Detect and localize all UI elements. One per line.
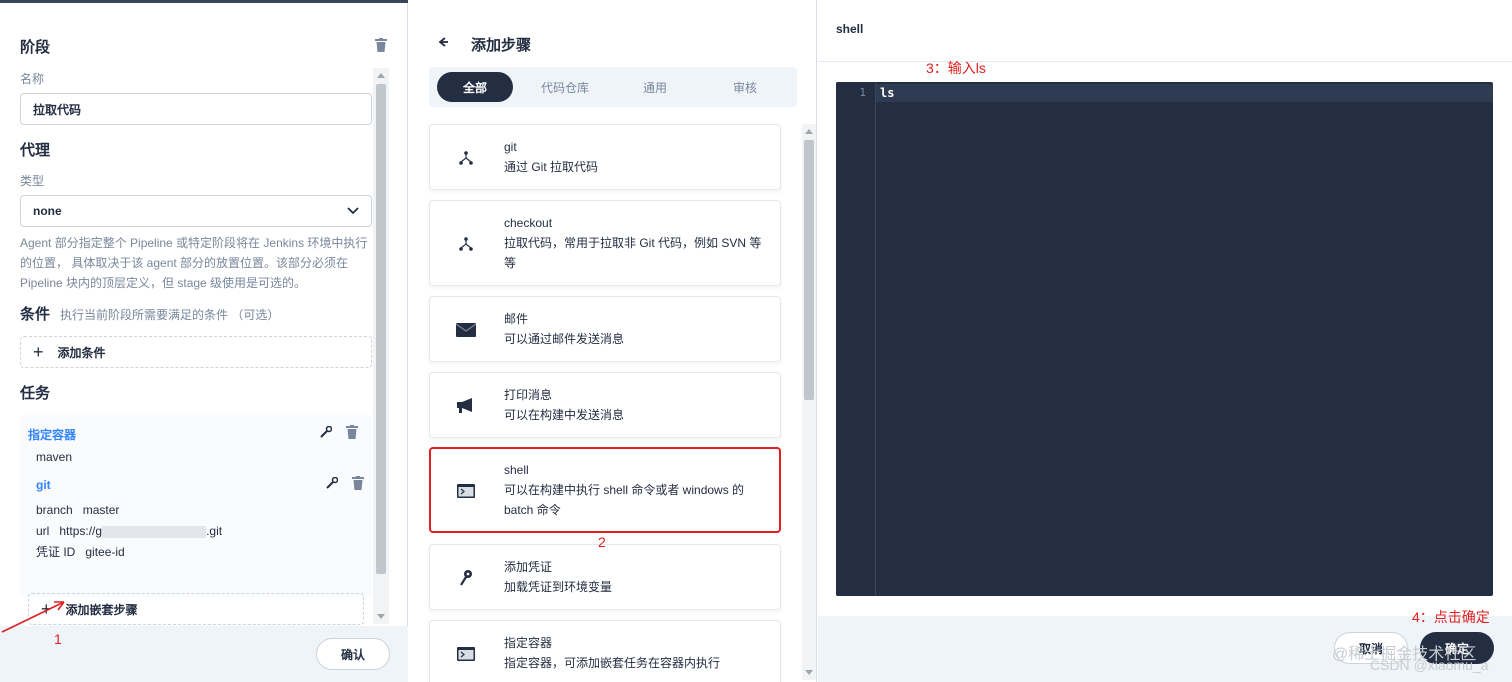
delete-icon[interactable] — [346, 424, 358, 444]
agent-description: Agent 部分指定整个 Pipeline 或特定阶段将在 Jenkins 环境… — [20, 236, 368, 290]
step-name: 邮件 — [504, 312, 529, 326]
delete-icon[interactable] — [352, 475, 364, 495]
scroll-up-icon[interactable] — [805, 129, 813, 134]
git-credential: 凭证 ID gitee-id — [36, 545, 125, 559]
shell-editor-panel: shell 1 ls 取消 确定 — [818, 0, 1512, 682]
agent-title: 代理 — [20, 142, 51, 159]
annotation-4: 4：点击确定 — [1412, 609, 1490, 625]
task-title: 任务 — [20, 385, 51, 402]
step-desc: 可以在构建中执行 shell 命令或者 windows 的 batch 命令 — [504, 483, 745, 517]
step-category-tabs: 全部 代码仓库 通用 审核 — [429, 67, 797, 107]
active-line — [836, 84, 1493, 102]
condition-hint: 执行当前阶段所需要满足的条件 （可选） — [60, 308, 280, 322]
add-condition-label: 添加条件 — [57, 345, 106, 360]
step-name: 打印消息 — [504, 388, 553, 402]
step-name: git — [504, 140, 517, 154]
tab-code-repo[interactable]: 代码仓库 — [527, 72, 603, 102]
watermark-csdn: CSDN @xiaomu_a — [1370, 657, 1489, 673]
stage-name-value: 拉取代码 — [33, 102, 82, 117]
line-number: 1 — [859, 86, 866, 99]
step-name: checkout — [504, 216, 553, 230]
step-card-git[interactable]: git 通过 Git 拉取代码 — [429, 124, 781, 190]
step-desc: 拉取代码，常用于拉取非 Git 代码，例如 SVN 等等 — [504, 236, 762, 270]
scroll-thumb[interactable] — [804, 140, 814, 400]
agent-type-select[interactable]: none — [20, 195, 372, 227]
top-border — [0, 0, 408, 3]
annotation-2: 2 — [598, 534, 606, 550]
stage-form: 阶段 名称 拉取代码 代理 类型 none Agent 部分指定整个 Pipel… — [0, 20, 390, 626]
editor-gutter — [836, 82, 876, 596]
edit-icon[interactable] — [320, 425, 333, 443]
step-desc: 可以通过邮件发送消息 — [504, 332, 625, 346]
scroll-thumb[interactable] — [376, 84, 386, 574]
mail-icon — [456, 320, 476, 340]
shell-header: shell — [818, 0, 1512, 62]
annotation-3: 3：输入ls — [926, 60, 986, 76]
pipeline-editor: 阶段 名称 拉取代码 代理 类型 none Agent 部分指定整个 Pipel… — [0, 0, 1512, 682]
redacted-blur — [102, 525, 207, 538]
step-card-checkout[interactable]: checkout 拉取代码，常用于拉取非 Git 代码，例如 SVN 等等 — [429, 200, 781, 286]
step-card-shell[interactable]: shell 可以在构建中执行 shell 命令或者 windows 的 batc… — [429, 447, 781, 533]
annotation-1: 1 — [54, 631, 62, 647]
shell-title: shell — [836, 22, 864, 36]
step-desc: 通过 Git 拉取代码 — [504, 160, 599, 174]
stage-name-input[interactable]: 拉取代码 — [20, 93, 372, 125]
step-card-container[interactable]: 指定容器 指定容器，可添加嵌套任务在容器内执行 — [429, 620, 781, 682]
chevron-down-icon — [347, 204, 359, 218]
step-name: 指定容器 — [504, 636, 553, 650]
git-task-name[interactable]: git — [36, 478, 51, 492]
agent-type-value: none — [33, 204, 62, 218]
tab-general[interactable]: 通用 — [617, 72, 693, 102]
git-url: url https://g .git — [36, 524, 223, 538]
confirm-button[interactable]: 确认 — [316, 638, 390, 670]
container-task-name[interactable]: 指定容器 — [28, 426, 76, 443]
git-branch: branch master — [36, 503, 120, 517]
delete-stage-icon[interactable] — [375, 38, 387, 57]
megaphone-icon — [456, 396, 476, 416]
type-label: 类型 — [20, 174, 45, 188]
annotation-arrow-1 — [1, 601, 65, 633]
add-step-panel: 添加步骤 全部 代码仓库 通用 审核 git 通过 Git 拉取代码 check… — [409, 0, 817, 682]
step-name: 添加凭证 — [504, 560, 553, 574]
scroll-down-icon[interactable] — [377, 614, 385, 619]
step-desc: 指定容器，可添加嵌套任务在容器内执行 — [504, 656, 721, 670]
scroll-up-icon[interactable] — [377, 73, 385, 78]
step-card-mail[interactable]: 邮件 可以通过邮件发送消息 — [429, 296, 781, 362]
terminal-icon — [456, 481, 476, 501]
add-condition-button[interactable]: + 添加条件 — [20, 336, 372, 368]
stage-panel: 阶段 名称 拉取代码 代理 类型 none Agent 部分指定整个 Pipel… — [0, 0, 408, 682]
scroll-down-icon[interactable] — [805, 670, 813, 675]
step-card-credential[interactable]: 添加凭证 加载凭证到环境变量 — [429, 544, 781, 610]
branch-icon — [456, 148, 476, 168]
add-step-title: 添加步骤 — [471, 37, 532, 54]
code-editor[interactable]: 1 ls — [836, 82, 1493, 596]
step-name: shell — [504, 463, 529, 477]
left-scrollbar[interactable] — [373, 68, 389, 624]
condition-title: 条件 — [20, 306, 51, 323]
container-value: maven — [36, 450, 73, 464]
step-desc: 可以在构建中发送消息 — [504, 408, 625, 422]
back-arrow-icon[interactable] — [438, 36, 455, 54]
plus-icon: + — [33, 341, 44, 362]
edit-icon[interactable] — [326, 476, 339, 494]
tab-review[interactable]: 审核 — [707, 72, 783, 102]
terminal-icon — [456, 644, 476, 664]
tab-all[interactable]: 全部 — [437, 72, 513, 102]
key-icon — [456, 568, 476, 588]
branch-icon — [456, 234, 476, 254]
step-card-print-message[interactable]: 打印消息 可以在构建中发送消息 — [429, 372, 781, 438]
step-desc: 加载凭证到环境变量 — [504, 580, 613, 594]
middle-scrollbar[interactable] — [802, 124, 816, 680]
stage-title: 阶段 — [20, 39, 51, 56]
name-label: 名称 — [20, 72, 45, 86]
code-content[interactable]: ls — [880, 86, 894, 100]
task-container-block: 指定容器 maven git branch master url https:/… — [20, 415, 372, 597]
